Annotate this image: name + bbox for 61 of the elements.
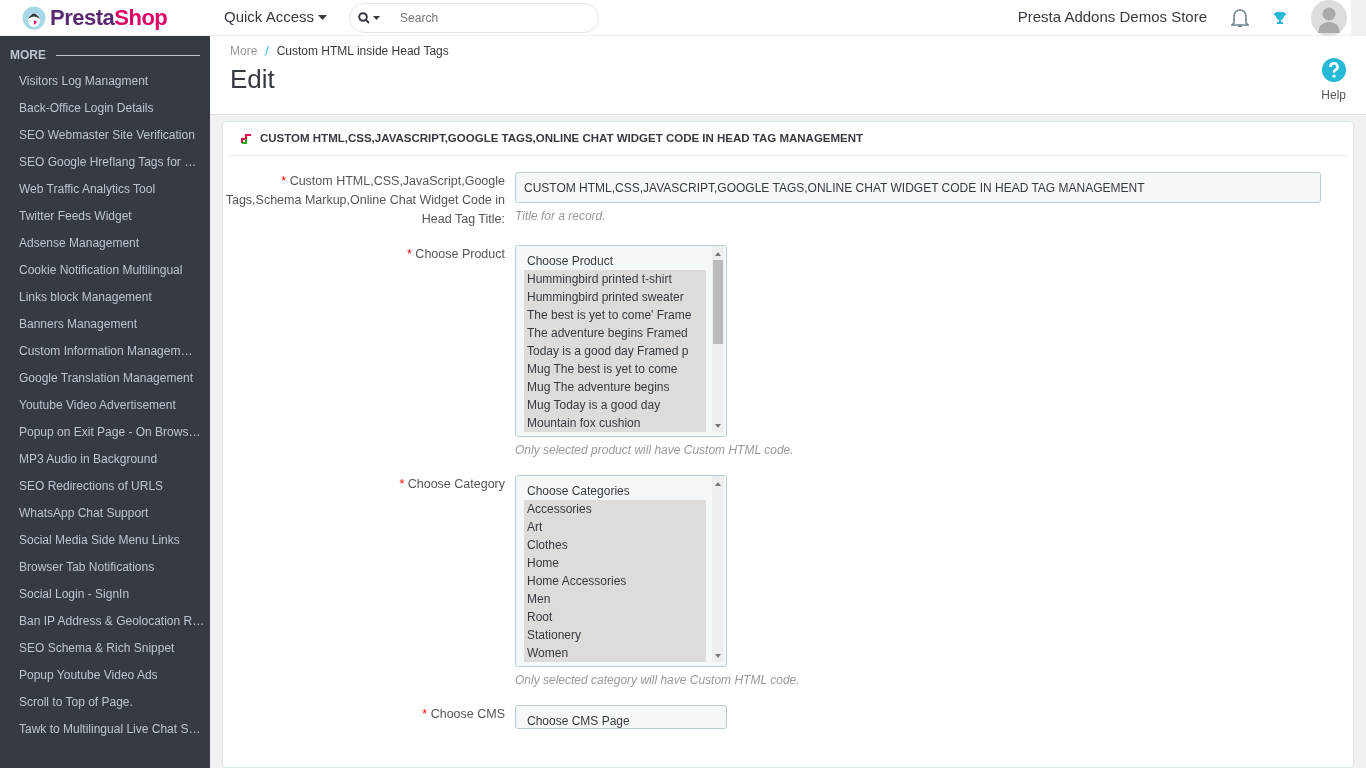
- breadcrumb-separator: /: [265, 43, 269, 60]
- sidebar-item[interactable]: Links block Management: [0, 284, 210, 311]
- sidebar-item[interactable]: Custom Information Managem…: [0, 338, 210, 365]
- list-option[interactable]: Choose CMS Page: [524, 711, 706, 728]
- list-box[interactable]: [515, 244, 727, 437]
- search-icon: [358, 11, 381, 24]
- scrollbar[interactable]: [712, 475, 724, 662]
- search-field[interactable]: Search: [349, 2, 600, 33]
- list-box[interactable]: Choose Categories Accessories Art Clothes Home Home Accessories Men Root Stationery Women: [515, 474, 727, 667]
- text-field[interactable]: CUSTOM HTML,CSS,JAVASCRIPT,GOOGLE TAGS,ONLINE CHAT WIDGET CODE IN HEAD TAG MANAGEMENT: [515, 172, 1321, 204]
- field-label: * Choose CMS: [421, 705, 506, 723]
- sidebar-item[interactable]: Tawk to Multilingual Live Chat S…: [0, 716, 210, 743]
- sidebar-item[interactable]: MP3 Audio in Background: [0, 446, 210, 473]
- field-label: * Choose Product: [406, 245, 506, 263]
- sidebar-item[interactable]: Social Login - SignIn: [0, 581, 210, 608]
- help-text: Only selected product will have Custom HTML code.: [515, 441, 794, 459]
- help-button[interactable]: Help: [1321, 58, 1346, 104]
- module-icon: [241, 133, 252, 144]
- help-icon: [1321, 58, 1346, 82]
- sidebar-item[interactable]: WhatsApp Chat Support: [0, 500, 210, 527]
- sidebar-item[interactable]: Twitter Feeds Widget: [0, 203, 210, 230]
- sidebar-item[interactable]: Popup Youtube Video Ads: [0, 662, 210, 689]
- sidebar-item[interactable]: Cookie Notification Multilingual: [0, 257, 210, 284]
- logo-icon: [22, 5, 46, 30]
- list-box[interactable]: Choose CMS Page: [515, 704, 727, 729]
- sidebar-item[interactable]: Browser Tab Notifications: [0, 554, 210, 581]
- sidebar-item[interactable]: Back-Office Login Details: [0, 95, 210, 122]
- breadcrumb-current: Custom HTML inside Head Tags: [276, 43, 449, 60]
- field-label: * Custom HTML,CSS,JavaScript,Google Tags,Schema Markup,Online Chat Widget Code in Head Tag Title:: [224, 173, 506, 228]
- help-text: Only selected category will have Custom HTML code.: [515, 671, 800, 689]
- notifications-icon[interactable]: [1231, 7, 1249, 28]
- list-option[interactable]: Choose Product: [524, 251, 706, 270]
- sidebar-item[interactable]: Web Traffic Analytics Tool: [0, 176, 210, 203]
- list-option[interactable]: Accessories: [524, 499, 706, 518]
- sidebar-item[interactable]: Adsense Management: [0, 230, 210, 257]
- caret-icon: [318, 15, 328, 20]
- sidebar-item[interactable]: Google Translation Management: [0, 365, 210, 392]
- sidebar-item[interactable]: SEO Webmaster Site Verification: [0, 122, 210, 149]
- sidebar-item[interactable]: Popup on Exit Page - On Brows…: [0, 419, 210, 446]
- sidebar-item[interactable]: Social Media Side Menu Links: [0, 527, 210, 554]
- avatar-icon[interactable]: [1311, 0, 1347, 36]
- panel-title: CUSTOM HTML,CSS,JAVASCRIPT,GOOGLE TAGS,ONLINE CHAT WIDGET CODE IN HEAD TAG MANAGEMENT: [260, 131, 864, 146]
- quick-access-dropdown[interactable]: Quick Access: [218, 5, 334, 30]
- sidebar-heading: MORE: [10, 47, 46, 64]
- sidebar-item[interactable]: Scroll to Top of Page.: [0, 689, 210, 716]
- sidebar-item[interactable]: SEO Google Hreflang Tags for …: [0, 149, 210, 176]
- logo[interactable]: PrestaShop: [50, 1, 168, 34]
- trophy-icon[interactable]: [1273, 10, 1287, 25]
- sidebar-item[interactable]: Ban IP Address & Geolocation R…: [0, 608, 210, 635]
- sidebar-item[interactable]: Banners Management: [0, 311, 210, 338]
- scrollbar[interactable]: [712, 245, 724, 432]
- store-name[interactable]: Presta Addons Demos Store: [1017, 6, 1207, 29]
- help-text: Title for a record.: [515, 208, 607, 226]
- list-option[interactable]: Choose Categories: [524, 481, 706, 500]
- field-label: * Choose Category: [398, 475, 506, 493]
- sidebar-item[interactable]: Youtube Video Advertisement: [0, 392, 210, 419]
- list-option[interactable]: Hummingbird printed t-shirt: [524, 269, 706, 288]
- sidebar-item[interactable]: SEO Schema & Rich Snippet: [0, 635, 210, 662]
- page-title: Edit: [230, 64, 276, 96]
- sidebar-item[interactable]: SEO Redirections of URLS: [0, 473, 210, 500]
- sidebar-item[interactable]: Visitors Log Managment: [0, 68, 210, 95]
